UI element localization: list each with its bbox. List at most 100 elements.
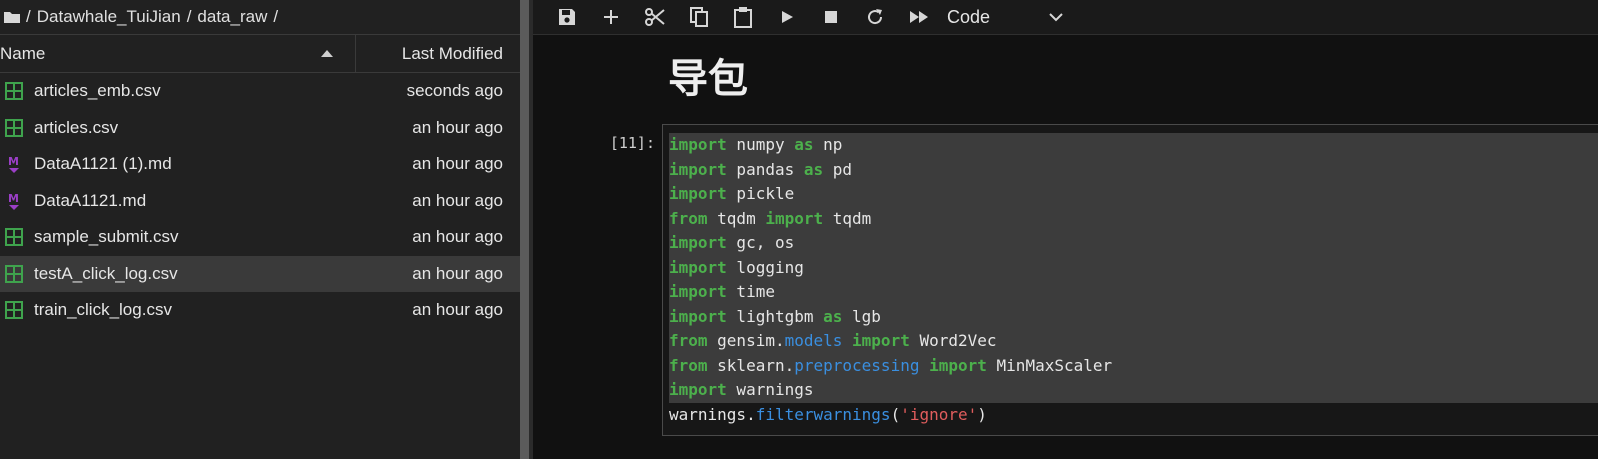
folder-icon[interactable] (4, 11, 20, 23)
notebook-panel: Code 导包 [11]: import numpy as np import p… (533, 0, 1598, 459)
file-row[interactable]: train_click_log.csv an hour ago (0, 292, 520, 329)
stop-button[interactable] (809, 0, 853, 34)
file-modified-time: an hour ago (412, 227, 503, 247)
file-modified-time: an hour ago (412, 190, 503, 210)
code-token: np (813, 135, 843, 154)
breadcrumb-item-datawhale[interactable]: Datawhale_TuiJian (37, 7, 181, 27)
csv-file-icon (4, 118, 24, 138)
save-icon (559, 9, 575, 25)
code-line: from tqdm import tqdm (669, 206, 1598, 231)
file-modified-time: an hour ago (412, 154, 503, 174)
code-editor[interactable]: import numpy as np import pandas as pd imp… (669, 133, 1598, 428)
code-token: import (929, 355, 987, 375)
csv-file-icon (4, 227, 24, 247)
code-token: numpy (726, 135, 795, 154)
file-name: DataA1121.md (34, 190, 147, 210)
svg-text:M: M (8, 155, 19, 168)
cut-button[interactable] (633, 0, 677, 34)
add-icon (604, 10, 618, 24)
add-cell-button[interactable] (589, 0, 633, 34)
notebook-toolbar: Code (533, 0, 1598, 35)
column-header-name[interactable]: Name (0, 35, 356, 72)
code-token: import (669, 135, 727, 154)
code-token: ) (977, 404, 987, 424)
file-list-header: Name Last Modified (0, 34, 520, 73)
file-name: articles_emb.csv (34, 81, 161, 101)
csv-file-icon (4, 81, 24, 101)
copy-button[interactable] (677, 0, 721, 34)
code-token: import (669, 380, 727, 399)
code-token: import (669, 282, 727, 301)
code-line: import numpy as np (669, 133, 1598, 158)
file-browser-panel: / Datawhale_TuiJian / data_raw / Name La… (0, 0, 520, 459)
file-row[interactable]: sample_submit.csv an hour ago (0, 219, 520, 256)
svg-text:M: M (8, 192, 19, 205)
code-token: tqdm (707, 208, 766, 228)
file-row[interactable]: M DataA1121 (1).md an hour ago (0, 146, 520, 183)
execution-count-prompt: [11]: (609, 134, 655, 152)
code-token: time (726, 282, 775, 301)
stop-icon (825, 11, 837, 23)
restart-icon (868, 9, 883, 25)
run-button[interactable] (765, 0, 809, 34)
file-row[interactable]: testA_click_log.csv an hour ago (0, 255, 520, 292)
code-token: Word2Vec (909, 331, 997, 350)
code-token: models (784, 331, 843, 350)
code-token: filterwarnings (755, 404, 891, 424)
sort-ascending-icon[interactable] (321, 50, 333, 57)
file-name: sample_submit.csv (34, 227, 179, 247)
code-token: import (765, 208, 824, 228)
paste-button[interactable] (721, 0, 765, 34)
breadcrumb-separator: / (186, 7, 192, 26)
code-token: MinMaxScaler (986, 355, 1113, 375)
code-token: 'ignore' (900, 404, 978, 424)
save-button[interactable] (545, 0, 589, 34)
code-line: import time (669, 280, 1598, 305)
run-icon (782, 11, 793, 23)
breadcrumb-root-sep: / (26, 7, 31, 26)
code-token: pickle (726, 184, 795, 203)
file-modified-time: an hour ago (412, 117, 503, 137)
code-token: logging (726, 257, 804, 277)
file-modified-time: seconds ago (406, 81, 503, 101)
code-line: warnings.filterwarnings('ignore') (669, 403, 1019, 428)
code-token: gc, os (726, 233, 795, 252)
restart-run-all-button[interactable] (897, 0, 941, 34)
markdown-heading: 导包 (668, 56, 748, 102)
code-line: import pandas as pd (669, 157, 1598, 182)
file-modified-time: an hour ago (412, 263, 503, 283)
code-line: import pickle (669, 182, 1598, 207)
file-row[interactable]: articles_emb.csv seconds ago (0, 73, 520, 110)
cell-type-value: Code (947, 6, 991, 27)
cut-icon (645, 8, 665, 26)
code-token: warnings (726, 380, 814, 399)
code-token: lgb (842, 306, 881, 326)
csv-file-icon (4, 264, 24, 284)
cell-type-select[interactable]: Code (947, 7, 1063, 28)
markdown-file-icon: M (4, 191, 24, 211)
restart-button[interactable] (853, 0, 897, 34)
column-header-last-modified[interactable]: Last Modified (356, 44, 520, 64)
fast-forward-icon (910, 11, 928, 23)
code-token: from (669, 331, 708, 350)
code-line: from gensim.models import Word2Vec (669, 329, 1598, 354)
code-token: import (669, 184, 727, 203)
breadcrumb: / Datawhale_TuiJian / data_raw / (0, 0, 520, 34)
code-cell[interactable]: import numpy as np import pandas as pd imp… (662, 124, 1598, 436)
code-token: sklearn. (707, 355, 795, 375)
panel-splitter[interactable] (520, 0, 533, 459)
code-token: lightgbm (726, 306, 824, 326)
file-name: train_click_log.csv (34, 300, 172, 320)
code-token: ( (890, 404, 901, 424)
code-token: import (669, 159, 727, 179)
code-token: pandas (726, 159, 804, 179)
code-line: import logging (669, 255, 1598, 280)
code-token: gensim. (707, 331, 785, 350)
chevron-down-icon (1049, 13, 1063, 22)
copy-icon (690, 7, 708, 27)
code-token: as (803, 159, 824, 179)
file-row[interactable]: articles.csv an hour ago (0, 110, 520, 147)
breadcrumb-item-data-raw[interactable]: data_raw (197, 7, 267, 27)
file-row[interactable]: M DataA1121.md an hour ago (0, 183, 520, 220)
